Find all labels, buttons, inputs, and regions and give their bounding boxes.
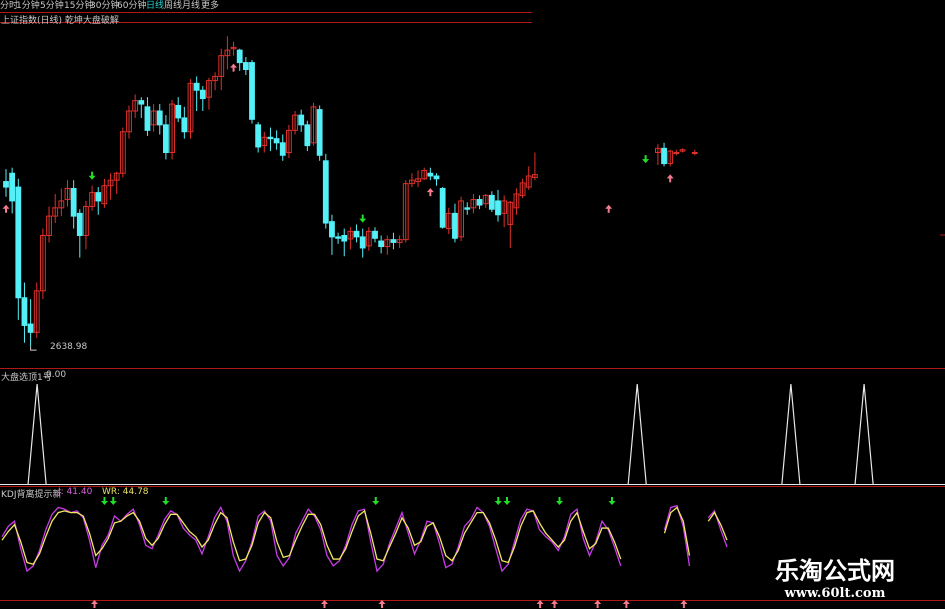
- top-signal-arrow: [642, 155, 650, 164]
- candle-body: [236, 49, 243, 64]
- kdj-top-arrow: [494, 497, 502, 505]
- candle-body: [242, 62, 249, 70]
- kdj-series: [1, 504, 728, 573]
- candle-body: [359, 236, 366, 249]
- signal-panel-value: 0.00: [46, 370, 67, 380]
- candle-body: [427, 172, 434, 177]
- signal-spike: [781, 383, 801, 485]
- candle-body: [249, 62, 255, 120]
- candle-body: [495, 200, 501, 216]
- candle-body: [464, 207, 471, 210]
- kdj-bottom-arrow: [551, 600, 558, 608]
- low-price-label: 2638.98: [50, 342, 88, 352]
- kdj-top-arrow: [556, 497, 563, 505]
- candle-body: [181, 117, 188, 133]
- kdj-top-arrow: [503, 497, 511, 505]
- candle-body: [95, 192, 102, 202]
- candle-body: [193, 82, 200, 91]
- signal-panel-title: 大盘选顶1号: [1, 373, 52, 383]
- kdj-top-arrow: [372, 497, 380, 505]
- candle-body: [175, 104, 182, 119]
- candle-body: [163, 124, 169, 154]
- candle-body: [144, 106, 151, 131]
- kdj-bottom-arrow: [536, 600, 544, 608]
- kdj-top-arrow: [101, 497, 108, 505]
- candle-body: [452, 212, 458, 239]
- signal-spike: [854, 383, 874, 485]
- main-panel-title: 上证指数(日线) 乾坤大盘破解: [1, 16, 119, 26]
- bottom-signal-arrow: [426, 188, 434, 197]
- candle-body: [304, 124, 311, 147]
- kdj-bottom-arrow: [622, 600, 630, 608]
- candle-body: [691, 152, 698, 154]
- kdj-bottom-arrow: [594, 600, 602, 608]
- candle-body: [439, 187, 446, 228]
- candle-body: [138, 100, 145, 105]
- kdj-d-line: [1, 509, 622, 565]
- bottom-signal-arrow: [2, 204, 10, 213]
- candle-body: [488, 194, 495, 210]
- candle-body: [341, 235, 348, 242]
- kdj-wr-label: WR: 44.78: [102, 487, 149, 497]
- candle-body: [9, 172, 16, 202]
- candle-body: [76, 212, 83, 237]
- kdj-bottom-arrow: [321, 600, 328, 608]
- bottom-signal-arrow: [666, 174, 674, 183]
- candle-body: [673, 152, 680, 154]
- top-signal-arrow: [88, 171, 96, 180]
- candle-body: [322, 160, 329, 224]
- kdj-panel-title: KDJ背离提示新: [1, 490, 62, 500]
- candle-body: [390, 239, 397, 243]
- candle-body: [353, 230, 360, 238]
- candle-body: [21, 297, 28, 326]
- kdj-top-arrow: [109, 497, 117, 505]
- watermark: 乐淘公式网 www.60lt.com: [755, 556, 915, 602]
- kdj-d-line: [707, 511, 728, 541]
- kdj-bottom-arrow: [378, 600, 386, 608]
- signal-spike: [27, 383, 47, 485]
- chart-canvas: [0, 12, 945, 608]
- candle-body: [433, 175, 440, 180]
- kdj-bottom-arrow: [680, 600, 688, 608]
- kdj-bottom-arrow: [91, 600, 98, 608]
- signal-spike: [627, 383, 647, 485]
- candle-body: [27, 323, 34, 333]
- candle-body: [279, 142, 286, 156]
- candle-body: [199, 89, 206, 100]
- watermark-url: www.60lt.com: [784, 586, 886, 601]
- candle-body: [3, 181, 9, 188]
- main-signal-arrows: [2, 63, 674, 223]
- kdj-top-arrow: [162, 497, 170, 505]
- kdj-top-arrow: [608, 497, 616, 505]
- candle-body: [378, 240, 385, 248]
- signal-series: [0, 383, 945, 485]
- kdj-j-label: J: 41.40: [58, 487, 93, 497]
- candle-body: [255, 124, 262, 148]
- candle-body: [316, 109, 323, 156]
- bottom-signal-arrow: [230, 63, 238, 72]
- watermark-title: 乐淘公式网: [775, 557, 895, 585]
- low-price-leader: [30, 346, 37, 351]
- candle-body: [70, 187, 77, 217]
- candle-body: [661, 147, 667, 165]
- candlestick-series: [3, 36, 698, 351]
- candle-body: [15, 186, 22, 299]
- top-signal-arrow: [359, 214, 367, 223]
- kdj-k-line: [1, 506, 622, 573]
- bottom-signal-arrow: [605, 204, 613, 213]
- candle-body: [335, 236, 342, 239]
- candle-body: [476, 199, 483, 206]
- candle-body: [329, 221, 335, 238]
- candle-body: [273, 138, 280, 144]
- candle-body: [372, 230, 378, 239]
- candle-body: [267, 136, 274, 140]
- candle-body: [156, 110, 163, 126]
- candle-body: [298, 114, 305, 126]
